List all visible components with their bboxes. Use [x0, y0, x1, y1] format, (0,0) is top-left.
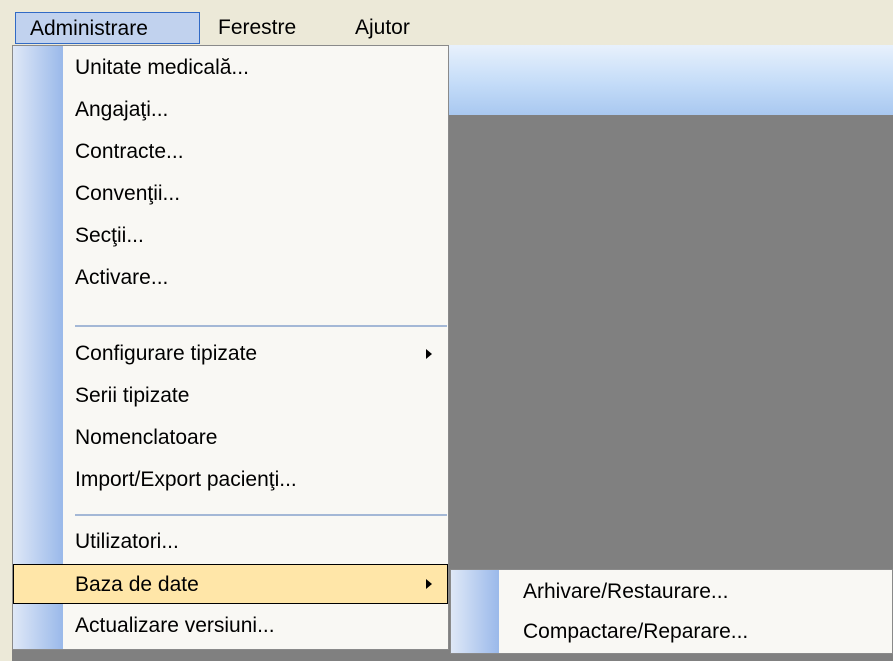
menu-item-label: Baza de date: [75, 573, 199, 596]
menu-item-conventii[interactable]: Convenţii...: [13, 174, 448, 214]
baza-de-date-submenu: Arhivare/Restaurare... Compactare/Repara…: [450, 569, 893, 654]
menu-item-serii-tipizate[interactable]: Serii tipizate: [13, 376, 448, 416]
menu-item-configurare-tipizate[interactable]: Configurare tipizate: [13, 334, 448, 374]
menu-item-label: Serii tipizate: [75, 384, 190, 407]
menu-item-activare[interactable]: Activare...: [13, 258, 448, 298]
menu-item-label: Convenţii...: [75, 182, 181, 205]
menu-item-label: Contracte...: [75, 140, 184, 163]
submenu-item-compactare-reparare[interactable]: Compactare/Reparare...: [451, 612, 892, 652]
menu-item-label: Import/Export pacienţi...: [75, 468, 297, 491]
menu-item-label: Actualizare versiuni...: [75, 614, 275, 637]
menu-separator: [75, 514, 447, 516]
menu-item-baza-de-date[interactable]: Baza de date: [13, 564, 448, 604]
submenu-item-label: Arhivare/Restaurare...: [523, 580, 729, 603]
menu-item-label: Angajaţi...: [75, 98, 169, 121]
submenu-arrow-icon: [426, 349, 432, 359]
menu-item-label: Utilizatori...: [75, 530, 179, 553]
menu-item-angajati[interactable]: Angajaţi...: [13, 90, 448, 130]
menu-administrare[interactable]: Administrare: [15, 12, 200, 44]
menu-ferestre[interactable]: Ferestre: [218, 12, 296, 44]
menu-item-utilizatori[interactable]: Utilizatori...: [13, 522, 448, 562]
menu-item-label: Unitate medicală...: [75, 56, 249, 79]
menu-bar: Administrare Ferestre Ajutor: [0, 0, 893, 45]
menu-item-label: Activare...: [75, 266, 169, 289]
menu-item-import-export[interactable]: Import/Export pacienţi...: [13, 460, 448, 500]
menu-item-contracte[interactable]: Contracte...: [13, 132, 448, 172]
menu-item-label: Nomenclatoare: [75, 426, 218, 449]
submenu-item-arhivare-restaurare[interactable]: Arhivare/Restaurare...: [451, 572, 892, 612]
menu-item-actualizare-versiuni[interactable]: Actualizare versiuni...: [13, 606, 448, 646]
left-strip: [0, 45, 12, 661]
submenu-item-label: Compactare/Reparare...: [523, 620, 749, 643]
menu-item-unitate-medicala[interactable]: Unitate medicală...: [13, 48, 448, 88]
menu-item-sectii[interactable]: Secţii...: [13, 216, 448, 256]
menu-separator: [75, 325, 447, 327]
menu-item-label: Secţii...: [75, 224, 144, 247]
menu-ajutor[interactable]: Ajutor: [355, 12, 410, 44]
menu-item-nomenclatoare[interactable]: Nomenclatoare: [13, 418, 448, 458]
menu-item-label: Configurare tipizate: [75, 342, 258, 365]
submenu-arrow-icon: [426, 579, 432, 589]
administrare-dropdown: Unitate medicală... Angajaţi... Contract…: [12, 45, 449, 650]
